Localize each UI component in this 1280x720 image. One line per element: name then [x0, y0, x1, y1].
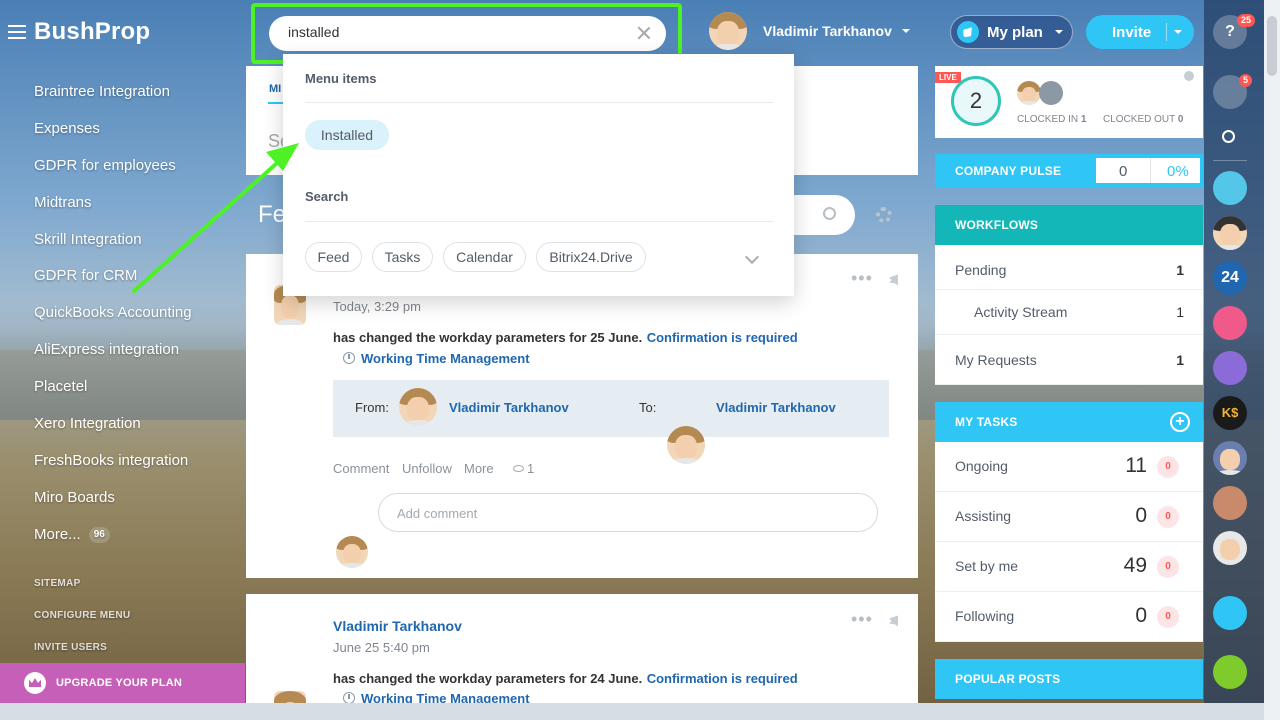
row-count: 0	[1135, 504, 1147, 527]
contact-avatar-icon[interactable]	[1213, 351, 1247, 385]
row-count: 0	[1135, 604, 1147, 627]
rocket-icon	[957, 21, 979, 43]
help-icon[interactable]	[1184, 71, 1194, 81]
search-icon[interactable]	[1222, 130, 1235, 143]
pulse-percent: 0%	[1167, 163, 1190, 180]
add-task-icon[interactable]: +	[1170, 412, 1190, 432]
phone-icon[interactable]	[1213, 655, 1247, 689]
divider	[1166, 23, 1167, 41]
company-pulse-header[interactable]: COMPANY PULSE 0 0%	[935, 154, 1203, 187]
row-count: 49	[1123, 554, 1147, 577]
contact-avatar[interactable]	[1213, 216, 1247, 250]
row-label: Following	[955, 608, 1015, 624]
row-count: 11	[1125, 454, 1147, 477]
workflow-row-activity-stream[interactable]: Activity Stream 1	[935, 290, 1203, 335]
contact-avatar[interactable]	[1213, 441, 1247, 475]
group-chat-avatar[interactable]	[1213, 531, 1247, 565]
invite-button[interactable]: Invite	[1086, 15, 1194, 49]
row-label: Activity Stream	[974, 304, 1068, 320]
pulse-title: COMPANY PULSE	[955, 163, 1062, 178]
workflow-row-my-requests[interactable]: My Requests 1	[935, 335, 1203, 385]
row-badge: 0	[1157, 456, 1179, 478]
user-name: Vladimir Tarkhanov	[763, 23, 892, 39]
live-badge: LIVE	[935, 72, 961, 83]
clocked-count[interactable]: 2	[951, 76, 1001, 126]
chevron-down-icon	[1054, 30, 1063, 34]
b24-chat-icon[interactable]: 24	[1213, 261, 1247, 295]
tasks-title: MY TASKS	[955, 415, 1018, 429]
clocked-in-count: 1	[1080, 114, 1087, 125]
user-placeholder-icon	[1039, 81, 1063, 105]
scrollbar[interactable]	[1264, 0, 1280, 720]
ks-chat-icon[interactable]: K$	[1213, 396, 1247, 430]
invite-label: Invite	[1112, 23, 1152, 41]
row-label: My Requests	[955, 352, 1037, 368]
row-count: 1	[1176, 262, 1184, 278]
open-lines-icon[interactable]	[1213, 596, 1247, 630]
clocked-in-avatar	[1017, 81, 1041, 105]
pulse-value: 0	[1119, 163, 1128, 180]
user-menu[interactable]: Vladimir Tarkhanov	[709, 12, 910, 50]
pulse-values: 0 0%	[1096, 158, 1200, 183]
task-row-ongoing[interactable]: Ongoing 11 0	[935, 442, 1203, 492]
divider	[1150, 158, 1151, 183]
row-badge: 0	[1157, 506, 1179, 528]
clocked-out: CLOCKED OUT 0	[1103, 114, 1183, 125]
my-plan-button[interactable]: My plan	[950, 15, 1073, 49]
workflow-row-pending[interactable]: Pending 1	[935, 245, 1203, 290]
user-avatar	[709, 12, 747, 50]
row-label: Set by me	[955, 558, 1019, 574]
contact-avatar-icon[interactable]	[1213, 171, 1247, 205]
row-count: 1	[1176, 304, 1184, 320]
scroll-thumb[interactable]	[1267, 16, 1277, 76]
row-label: Pending	[955, 262, 1007, 278]
divider	[1213, 160, 1247, 161]
my-tasks-header[interactable]: MY TASKS +	[935, 402, 1203, 442]
contact-avatar-icon[interactable]	[1213, 306, 1247, 340]
my-plan-label: My plan	[987, 23, 1043, 41]
row-badge: 0	[1157, 606, 1179, 628]
horizontal-scrollbar[interactable]	[0, 703, 1264, 720]
popular-posts-header[interactable]: POPULAR POSTS	[935, 659, 1203, 699]
clocked-out-count: 0	[1177, 114, 1184, 125]
contact-avatar-icon[interactable]	[1213, 486, 1247, 520]
chevron-down-icon	[901, 29, 910, 33]
row-label: Ongoing	[955, 458, 1008, 474]
task-row-following[interactable]: Following 0 0	[935, 592, 1203, 642]
clocked-in-label: CLOCKED IN	[1017, 114, 1079, 125]
chevron-down-icon[interactable]	[1174, 30, 1182, 34]
row-badge: 0	[1157, 556, 1179, 578]
workflows-header[interactable]: WORKFLOWS	[935, 205, 1203, 245]
notification-badge: 5	[1239, 74, 1253, 87]
row-label: Assisting	[955, 508, 1012, 524]
timeman-widget: LIVE 2 CLOCKED IN 1 CLOCKED OUT 0	[935, 66, 1203, 138]
task-row-set-by-me[interactable]: Set by me 49 0	[935, 542, 1203, 592]
help-badge: 25	[1237, 14, 1256, 27]
task-row-assisting[interactable]: Assisting 0 0	[935, 492, 1203, 542]
clocked-in: CLOCKED IN 1	[1017, 114, 1086, 125]
row-count: 1	[1176, 352, 1184, 368]
clocked-out-label: CLOCKED OUT	[1103, 114, 1176, 125]
